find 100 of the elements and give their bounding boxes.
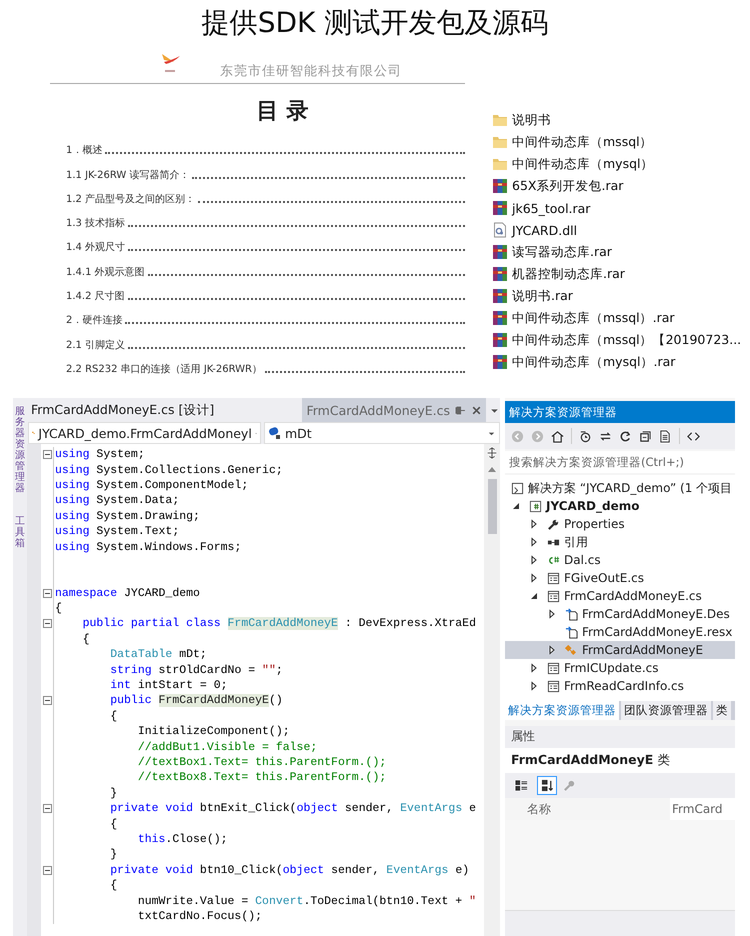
tree-item[interactable]: FrmICUpdate.cs [505, 659, 735, 677]
collapsed-arrow-icon[interactable] [529, 573, 539, 583]
page-heading: 提供SDK 测试开发包及源码 [200, 5, 550, 41]
object-name: FrmCardAddMoneyE 类 [505, 748, 735, 773]
collapsed-arrow-icon[interactable] [547, 645, 557, 655]
tree-item[interactable]: Dal.cs [505, 551, 735, 569]
home-icon[interactable] [551, 430, 564, 442]
tree-item[interactable]: FrmCardAddMoneyE.cs [505, 587, 735, 605]
collapse-icon[interactable] [42, 804, 52, 814]
code-line: DataTable mDt; [109, 648, 207, 662]
splitter-icon[interactable] [486, 447, 498, 459]
folder-icon [492, 134, 508, 150]
collapsed-arrow-icon[interactable] [547, 609, 557, 619]
refresh-icon[interactable] [619, 430, 632, 442]
collapse-icon[interactable] [42, 619, 52, 628]
form-icon [547, 590, 560, 602]
expanded-arrow-icon[interactable] [529, 591, 539, 601]
tree-item[interactable]: 解决方案 “JYCARD_demo” (1 个项目 [505, 479, 735, 497]
code-view-icon[interactable] [687, 430, 700, 442]
file-arrow-icon [565, 608, 578, 620]
expanded-arrow-icon[interactable] [511, 501, 521, 511]
code-line: private void btn10_Click(object sender, EventArgs e) [109, 864, 470, 877]
file-item[interactable]: 中间件动态库（mysql）.rar [492, 351, 742, 373]
tree-item[interactable]: 引用 [505, 533, 735, 551]
file-item[interactable]: 中间件动态库（mysql） [492, 153, 742, 175]
clock-icon[interactable] [579, 430, 592, 442]
file-item[interactable]: 中间件动态库（mssql）【20190723... [492, 329, 742, 351]
file-item[interactable]: jk65_tool.rar [492, 197, 742, 219]
tree-item[interactable]: FrmCardAddMoneyE.resx [505, 623, 735, 641]
scroll-thumb[interactable] [488, 479, 496, 534]
collapsed-arrow-icon[interactable] [529, 663, 539, 673]
solution-icon [511, 482, 524, 494]
folder-icon [492, 156, 508, 172]
property-value[interactable]: FrmCard [670, 798, 735, 820]
code-line: } [109, 848, 118, 862]
collapsed-arrow-icon[interactable] [529, 537, 539, 547]
collapse-all-icon[interactable] [639, 430, 652, 442]
collapsed-arrow-icon[interactable] [529, 555, 539, 565]
panel-tab[interactable]: 团队资源管理器 [621, 701, 711, 720]
code-line: using System.Data; [55, 494, 180, 508]
code-line: using System.Collections.Generic; [55, 464, 283, 477]
code-line: namespace JYCARD_demo [55, 586, 200, 600]
toc-entry: 1.1 JK-26RW 读写器简介： [66, 168, 190, 182]
file-arrow-icon [565, 626, 578, 638]
collapse-icon[interactable] [42, 450, 52, 460]
editor-tab[interactable]: FrmCardAddMoneyE.cs [设计] [27, 398, 302, 422]
code-line: } [109, 786, 118, 800]
archive-icon [492, 178, 508, 194]
company-name: 东莞市佳研智能科技有限公司 [220, 63, 402, 80]
tree-item[interactable]: FrmReadCardInfo.cs [505, 677, 735, 695]
editor-tab[interactable]: FrmCardAddMoneyE.cs [302, 398, 486, 422]
archive-icon [492, 354, 508, 370]
pin-icon[interactable] [455, 404, 466, 416]
code-line: public partial class FrmCardAddMoneyE : DevExpress.XtraEd [82, 617, 476, 630]
file-item[interactable]: 说明书 [492, 109, 742, 131]
collapsed-arrow-icon[interactable] [529, 519, 539, 529]
file-item[interactable]: 中间件动态库（mssql）.rar [492, 307, 742, 329]
code-line: numWrite.Value = Convert.ToDecimal(btn10.Text + " [136, 894, 476, 908]
code-line: //textBox8.Text= this.ParentForm.(); [136, 771, 386, 784]
sync-arrows-icon[interactable] [599, 430, 612, 442]
toc-entry: 2．硬件连接 [66, 314, 122, 328]
file-item[interactable]: 机器控制动态库.rar [492, 263, 742, 285]
member-dropdown[interactable]: mDt [264, 422, 500, 444]
tree-item[interactable]: FGiveOutE.cs [505, 569, 735, 587]
code-line: this.Close(); [136, 832, 228, 846]
search-field[interactable]: 搜索解决方案资源管理器(Ctrl+;) [505, 451, 735, 473]
gear-file-icon [492, 222, 508, 238]
code-line: { [109, 879, 118, 892]
collapse-icon[interactable] [42, 588, 52, 598]
file-item[interactable]: 读写器动态库.rar [492, 241, 742, 263]
file-item[interactable]: 65X系列开发包.rar [492, 175, 742, 197]
panel-tab[interactable]: 解决方案资源管理器 [505, 701, 619, 720]
tree-item[interactable]: JYCARD_demo [505, 497, 735, 515]
side-tab[interactable]: 工具箱 [15, 516, 25, 549]
tree-item[interactable]: FrmCardAddMoneyE.Des [505, 605, 735, 623]
toc-entry: 1.4 外观尺寸 [66, 240, 126, 254]
toc-entry: 1．概述 [66, 144, 102, 158]
tree-item[interactable]: Properties [505, 515, 735, 533]
code-line: txtCardNo.Focus(); [136, 910, 262, 923]
type-dropdown[interactable]: JYCARD_demo.FrmCardAddMoneyl [28, 422, 261, 444]
file-item[interactable]: 说明书.rar [492, 285, 742, 307]
file-item[interactable]: JYCARD.dll [492, 219, 742, 241]
pages-icon[interactable] [659, 430, 672, 442]
code-line: { [82, 632, 90, 646]
close-icon[interactable] [471, 404, 482, 416]
side-tab[interactable]: 服务器资源管理器 [15, 406, 25, 494]
form-icon [547, 662, 560, 674]
panel-tab[interactable]: 类 [713, 701, 731, 720]
class-icon [565, 644, 578, 656]
file-item[interactable]: 中间件动态库（mssql） [492, 131, 742, 153]
archive-icon [492, 288, 508, 304]
panel-title: 解决方案资源管理器 [505, 401, 735, 423]
collapse-icon[interactable] [42, 696, 52, 706]
alphabetical-button[interactable] [537, 776, 557, 795]
tree-item[interactable]: FrmCardAddMoneyE [505, 641, 735, 659]
code-line: { [109, 710, 118, 723]
document-title: 目 录 [256, 98, 310, 126]
collapsed-arrow-icon[interactable] [529, 681, 539, 691]
archive-icon [492, 266, 508, 282]
collapse-icon[interactable] [42, 866, 52, 875]
